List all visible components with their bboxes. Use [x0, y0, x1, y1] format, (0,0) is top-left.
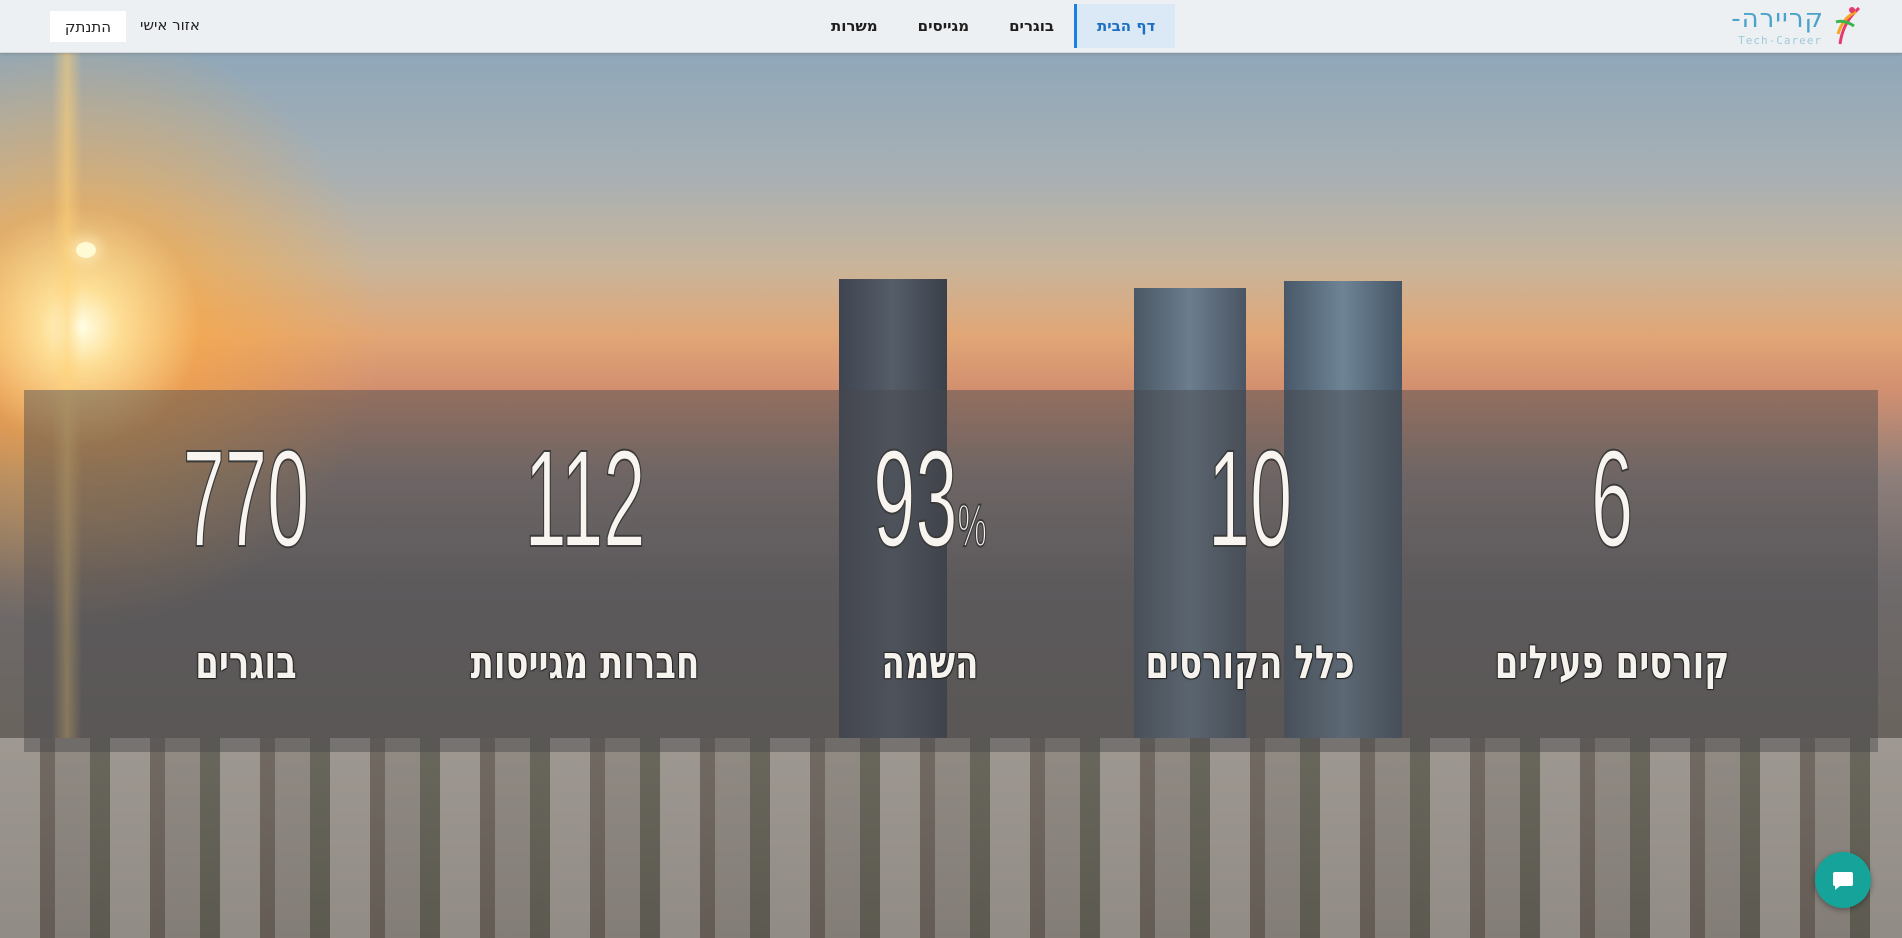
chat-button[interactable]: [1815, 852, 1871, 908]
sun-glint: [76, 242, 96, 258]
main-nav: דף הבית בוגרים מגייסים משרות: [811, 4, 1176, 48]
stat-value: 10: [1207, 422, 1293, 576]
percent-sign: %: [957, 491, 987, 560]
nav-jobs[interactable]: משרות: [811, 4, 898, 48]
nav-graduates[interactable]: בוגרים: [989, 4, 1074, 48]
personal-area-link[interactable]: אזור אישי: [140, 16, 200, 34]
logo-text: קריירה-: [1731, 4, 1824, 34]
disconnect-button[interactable]: התנתק: [50, 11, 126, 42]
stat-label: השמה: [881, 635, 979, 689]
chat-bubble-icon: [1833, 872, 1853, 890]
top-navbar: קריירה- Tech-Career דף הבית בוגרים מגייס…: [0, 0, 1902, 53]
stat-value: 112: [524, 422, 646, 576]
stat-value: 93%: [842, 429, 1018, 595]
stat-number: 93: [873, 422, 959, 576]
stat-label: בוגרים: [195, 635, 297, 689]
nav-home[interactable]: דף הבית: [1074, 4, 1176, 48]
stat-label: קורסים פעילים: [1494, 635, 1730, 689]
logo-subtext: Tech-Career: [1738, 34, 1822, 47]
stat-label: חברות מגייסות: [470, 635, 700, 689]
nav-recruiters[interactable]: מגייסים: [898, 4, 989, 48]
logo-mark-icon: [1835, 6, 1861, 45]
stat-value: 770: [182, 422, 310, 576]
stat-value: 6: [1590, 422, 1634, 576]
city-skyline: [0, 738, 1902, 938]
site-logo[interactable]: קריירה- Tech-Career: [1731, 2, 1862, 50]
stat-label: כלל הקורסים: [1145, 635, 1355, 689]
